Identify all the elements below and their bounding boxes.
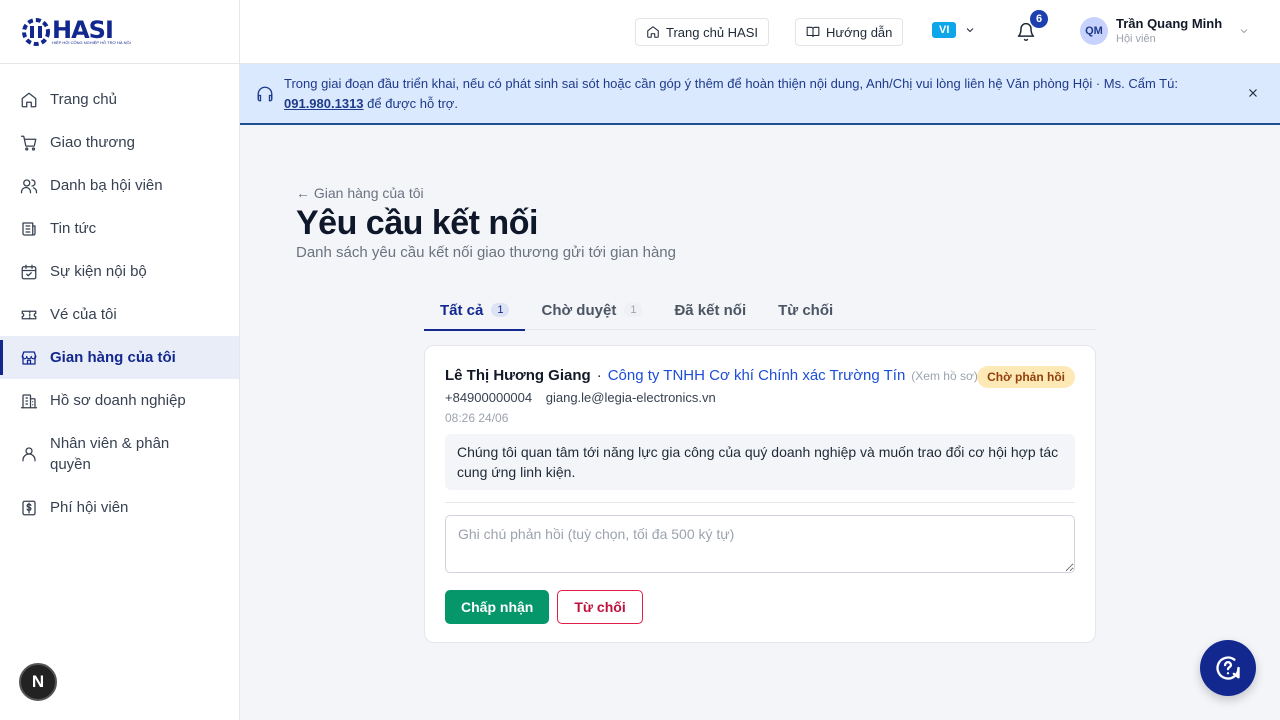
sidebar-item-label: Tin tức: [50, 220, 97, 237]
tab-count-badge: 1: [624, 303, 643, 317]
help-button[interactable]: [1200, 640, 1256, 696]
accept-button[interactable]: Chấp nhận: [445, 590, 550, 624]
sidebar-item-label: Giao thương: [50, 134, 135, 151]
back-link[interactable]: ← Gian hàng của tôi: [296, 185, 424, 201]
help-chat-icon: [1216, 656, 1240, 680]
page-subtitle: Danh sách yêu cầu kết nối giao thương gử…: [296, 244, 676, 261]
sidebar-item-label: Nhân viên & phân quyền: [50, 435, 170, 473]
building-icon: [20, 393, 38, 408]
user-menu[interactable]: QM Trần Quang Minh Hội viên: [1080, 16, 1250, 46]
sidebar-item-label: Hồ sơ doanh nghiệp: [50, 392, 186, 409]
hasi-logo[interactable]: HASI HIỆP HỘI CÔNG NGHIỆP HỖ TRỢ HÀ NỘI: [22, 16, 131, 46]
sidebar-item-fees[interactable]: Phí hội viên: [0, 486, 239, 529]
guide-label: Hướng dẫn: [826, 24, 893, 40]
dollar-icon: [22, 500, 36, 515]
sidebar-item-business-profile[interactable]: Hồ sơ doanh nghiệp: [0, 379, 239, 422]
sidebar-item-members[interactable]: Danh bạ hội viên: [0, 164, 239, 207]
home-icon: [647, 26, 659, 38]
sidebar-item-my-store[interactable]: Gian hàng của tôi: [0, 336, 239, 379]
home-icon: [21, 92, 37, 107]
sidebar-item-events[interactable]: Sự kiện nội bộ: [0, 250, 239, 293]
request-timestamp: 08:26 24/06: [445, 411, 509, 425]
reject-button[interactable]: Từ chối: [557, 590, 643, 624]
sidebar-item-label: Trang chủ: [50, 91, 117, 108]
user-role: Hội viên: [1116, 33, 1156, 45]
sidebar-nav: Trang chủ Giao thương Danh bạ hội viên T…: [0, 64, 239, 529]
top-header: Trang chủ HASI Hướng dẫn VI 6 QM Trần Qu…: [240, 0, 1280, 64]
sidebar-item-label: Danh bạ hội viên: [50, 177, 163, 194]
logo-text: HASI: [52, 16, 114, 44]
request-actions: Chấp nhận Từ chối: [445, 590, 1075, 624]
logo-mark-icon: [22, 17, 50, 46]
tab-all[interactable]: Tất cả 1: [424, 290, 526, 331]
tab-count-badge: 1: [491, 303, 510, 317]
logo-area: HASI HIỆP HỘI CÔNG NGHIỆP HỖ TRỢ HÀ NỘI: [0, 0, 239, 64]
chevron-down-icon: [967, 28, 974, 33]
notice-phone-link[interactable]: 091.980.1313: [284, 96, 364, 111]
tab-connected[interactable]: Đã kết nối: [658, 290, 762, 330]
user-icon: [22, 447, 36, 462]
sidebar-item-label: Phí hội viên: [50, 499, 129, 516]
notice-suffix: để được hỗ trợ.: [363, 96, 458, 111]
contact-info: +84900000004 giang.le@legia-electronics.…: [445, 388, 1075, 408]
status-badge: Chờ phản hồi: [977, 366, 1075, 388]
dev-tools-badge[interactable]: N: [19, 663, 57, 701]
headset-icon: [257, 86, 273, 102]
user-name: Trần Quang Minh: [1116, 16, 1223, 31]
book-icon: [806, 26, 820, 38]
tab-rejected[interactable]: Từ chối: [762, 290, 849, 330]
sidebar-item-label: Vé của tôi: [50, 306, 117, 323]
connection-request-card: Lê Thị Hương Giang · Công ty TNHH Cơ khí…: [424, 345, 1096, 643]
tab-label: Chờ duyệt: [541, 301, 617, 319]
notification-count-badge: 6: [1030, 10, 1048, 28]
calendar-check-icon: [21, 264, 37, 279]
close-icon[interactable]: [1246, 86, 1260, 100]
requester-company-link[interactable]: Công ty TNHH Cơ khí Chính xác Trường Tín: [608, 366, 906, 386]
language-code: VI: [932, 22, 957, 38]
requester-name: Lê Thị Hương Giang: [445, 367, 591, 384]
sidebar-item-staff[interactable]: Nhân viên & phân quyền: [0, 422, 239, 486]
notice-text: Trong giai đoạn đầu triển khai, nếu có p…: [284, 76, 1178, 91]
store-icon: [21, 350, 37, 365]
hasi-home-button[interactable]: Trang chủ HASI: [635, 18, 770, 46]
tab-label: Đã kết nối: [674, 301, 747, 319]
status-tabs: Tất cả 1 Chờ duyệt 1 Đã kết nối Từ chối: [424, 290, 1096, 331]
tab-label: Tất cả: [440, 301, 484, 319]
requester-phone: +84900000004: [445, 390, 533, 405]
response-note-input[interactable]: [445, 515, 1075, 573]
sidebar-item-home[interactable]: Trang chủ: [0, 78, 239, 121]
name-separator: ·: [596, 367, 602, 384]
sidebar-item-tickets[interactable]: Vé của tôi: [0, 293, 239, 336]
users-icon: [20, 178, 38, 193]
guide-button[interactable]: Hướng dẫn: [795, 18, 904, 46]
notice-banner: Trong giai đoạn đầu triển khai, nếu có p…: [240, 64, 1280, 125]
ticket-icon: [21, 310, 37, 319]
sidebar-item-label: Sự kiện nội bộ: [50, 263, 147, 280]
tab-label: Từ chối: [778, 301, 834, 319]
notifications-button[interactable]: 6: [1016, 10, 1048, 47]
sidebar-item-news[interactable]: Tin tức: [0, 207, 239, 250]
newspaper-icon: [22, 221, 36, 236]
cart-icon: [20, 135, 37, 151]
sidebar: HASI HIỆP HỘI CÔNG NGHIỆP HỖ TRỢ HÀ NỘI …: [0, 0, 240, 720]
request-message: Chúng tôi quan tâm tới năng lực gia công…: [445, 434, 1075, 490]
avatar: QM: [1080, 17, 1108, 45]
page-title: Yêu cầu kết nối: [296, 204, 538, 242]
view-profile-link[interactable]: (Xem hồ sơ): [911, 366, 978, 386]
sidebar-item-label: Gian hàng của tôi: [50, 349, 176, 366]
chevron-down-icon: [1240, 29, 1248, 34]
tab-pending[interactable]: Chờ duyệt 1: [525, 290, 658, 330]
logo-tagline: HIỆP HỘI CÔNG NGHIỆP HỖ TRỢ HÀ NỘI: [52, 40, 131, 45]
hasi-home-label: Trang chủ HASI: [666, 24, 759, 40]
sidebar-item-trade[interactable]: Giao thương: [0, 121, 239, 164]
language-switcher[interactable]: VI: [932, 22, 976, 38]
requester-email: giang.le@legia-electronics.vn: [545, 390, 716, 405]
divider: [445, 502, 1075, 503]
